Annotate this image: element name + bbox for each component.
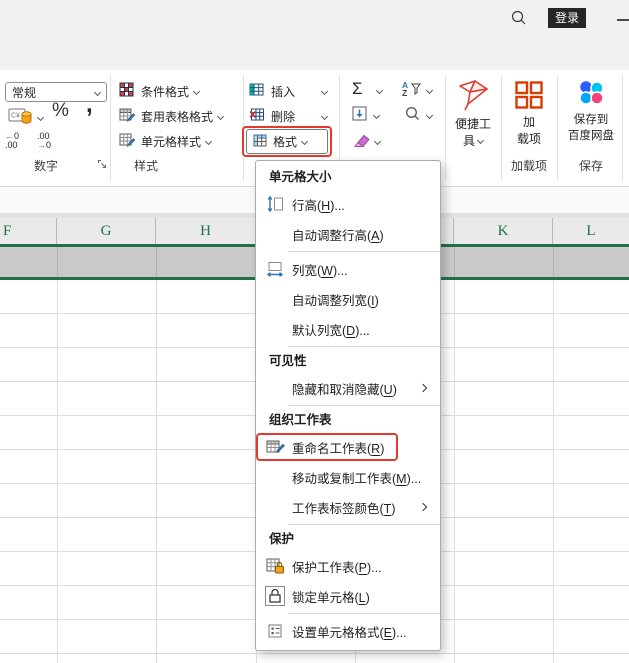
svg-text:Z: Z	[402, 88, 407, 97]
format-button[interactable]: 格式	[246, 129, 328, 154]
menu-item-autofit-row-height[interactable]: 自动调整行高(A)	[256, 219, 440, 249]
menu-item-tab-color[interactable]: 工作表标签颜色(T)	[256, 492, 440, 522]
group-separator	[243, 75, 244, 181]
column-header-g[interactable]: G	[57, 218, 156, 244]
insert-cells-icon	[249, 82, 265, 101]
menu-item-lock-cell[interactable]: 锁定单元格(L)	[256, 581, 440, 611]
number-format-value: 常规	[12, 85, 37, 100]
clear-eraser-icon[interactable]	[352, 133, 370, 153]
cell-style-icon	[119, 132, 136, 151]
minimize-icon[interactable]	[617, 19, 629, 21]
submenu-arrow-icon	[418, 383, 428, 393]
comma-style-button[interactable]: ,	[86, 91, 93, 118]
chevron-down-icon	[476, 136, 485, 145]
chevron-down-icon[interactable]	[425, 86, 434, 95]
save-to-baidu-button[interactable]: 保存到 百度网盘	[558, 78, 624, 143]
percent-style-button[interactable]: %	[52, 100, 69, 121]
chevron-down-icon[interactable]	[372, 111, 381, 120]
currency-icon: C¥	[8, 105, 34, 130]
decrease-decimal-button[interactable]: ←0 .00	[5, 132, 19, 150]
delete-cells-button[interactable]: 删除	[249, 106, 329, 126]
chevron-down-icon[interactable]	[425, 111, 434, 120]
column-width-icon	[265, 259, 285, 279]
format-dropdown-menu: 单元格大小 行高(H)... 自动调整行高(A) 列宽(W)... 自动调整列宽…	[255, 160, 441, 651]
menu-item-hide-unhide[interactable]: 隐藏和取消隐藏(U)	[256, 373, 440, 403]
chevron-down-icon[interactable]	[375, 86, 384, 95]
svg-text:C¥: C¥	[11, 112, 20, 119]
increase-decimal-button[interactable]: .00 →0	[37, 132, 51, 150]
format-as-table-button[interactable]: 套用表格格式	[119, 106, 225, 126]
cell-styles-button[interactable]: 单元格样式	[119, 131, 213, 151]
styles-group-label: 样式	[133, 159, 158, 173]
login-button[interactable]: 登录	[548, 8, 586, 28]
menu-separator	[288, 524, 440, 525]
menu-header-protection: 保护	[269, 532, 295, 546]
menu-item-rename-sheet[interactable]: 重命名工作表(R)	[256, 432, 440, 462]
menu-item-format-cells-dialog[interactable]: 设置单元格格式(E)...	[256, 616, 440, 646]
fill-down-icon[interactable]	[352, 106, 367, 126]
menu-item-default-column-width[interactable]: 默认列宽(D)...	[256, 314, 440, 344]
group-separator	[445, 75, 446, 181]
menu-item-autofit-column-width[interactable]: 自动调整列宽(I)	[256, 284, 440, 314]
accounting-format-button[interactable]: C¥	[8, 105, 45, 130]
title-bar: 登录	[0, 0, 629, 70]
addins-button[interactable]: 加 载项	[503, 80, 555, 147]
sort-filter-icon[interactable]: AZ	[402, 80, 422, 102]
lock-cell-icon	[265, 586, 285, 606]
convenient-tools-button[interactable]: 便捷工 具	[447, 78, 499, 149]
menu-item-protect-sheet[interactable]: 保护工作表(P)...	[256, 551, 440, 581]
origami-tools-icon	[455, 80, 491, 115]
row-height-icon	[265, 194, 285, 214]
submenu-arrow-icon	[418, 502, 428, 512]
menu-header-organize-sheets: 组织工作表	[269, 413, 332, 427]
menu-separator	[288, 405, 440, 406]
column-header-k[interactable]: K	[454, 218, 553, 244]
insert-cells-button[interactable]: 插入	[249, 81, 329, 101]
format-cells-dialog-icon	[265, 621, 285, 641]
table-style-icon	[119, 107, 136, 126]
addins-group-label: 加载项	[510, 159, 547, 173]
rename-sheet-icon	[265, 437, 285, 457]
menu-header-cell-size: 单元格大小	[269, 170, 332, 184]
conditional-format-icon	[119, 82, 135, 101]
menu-separator	[288, 251, 440, 252]
column-header-l[interactable]: L	[553, 218, 629, 244]
menu-item-row-height[interactable]: 行高(H)...	[256, 189, 440, 219]
chevron-down-icon	[216, 112, 225, 120]
menu-item-column-width[interactable]: 列宽(W)...	[256, 254, 440, 284]
chevron-down-icon	[204, 137, 213, 145]
autosum-button[interactable]: Σ	[352, 79, 363, 99]
chevron-down-icon	[36, 113, 45, 121]
chevron-down-icon	[93, 88, 102, 96]
chevron-down-icon[interactable]	[373, 137, 382, 146]
menu-separator	[288, 613, 440, 614]
format-cells-icon	[253, 133, 268, 151]
chevron-down-icon	[192, 87, 201, 95]
conditional-formatting-button[interactable]: 条件格式	[119, 81, 201, 101]
search-icon[interactable]	[509, 8, 529, 33]
chevron-down-icon	[320, 87, 329, 95]
chevron-down-icon	[300, 137, 309, 146]
baidu-netdisk-icon	[574, 79, 608, 111]
group-separator	[501, 75, 502, 181]
chevron-down-icon	[320, 112, 329, 120]
addins-grid-icon	[514, 81, 544, 113]
column-header-h[interactable]: H	[156, 218, 256, 244]
protect-sheet-icon	[265, 556, 285, 576]
delete-cells-icon	[249, 107, 265, 126]
menu-separator	[288, 346, 440, 347]
save-group-label: 保存	[578, 159, 603, 173]
find-icon[interactable]	[404, 105, 421, 127]
menu-header-visibility: 可见性	[269, 354, 307, 368]
column-header-f[interactable]: F	[0, 218, 57, 244]
group-separator	[622, 75, 623, 181]
menu-item-move-copy-sheet[interactable]: 移动或复制工作表(M)...	[256, 462, 440, 492]
number-group-label: 数字	[33, 159, 58, 173]
